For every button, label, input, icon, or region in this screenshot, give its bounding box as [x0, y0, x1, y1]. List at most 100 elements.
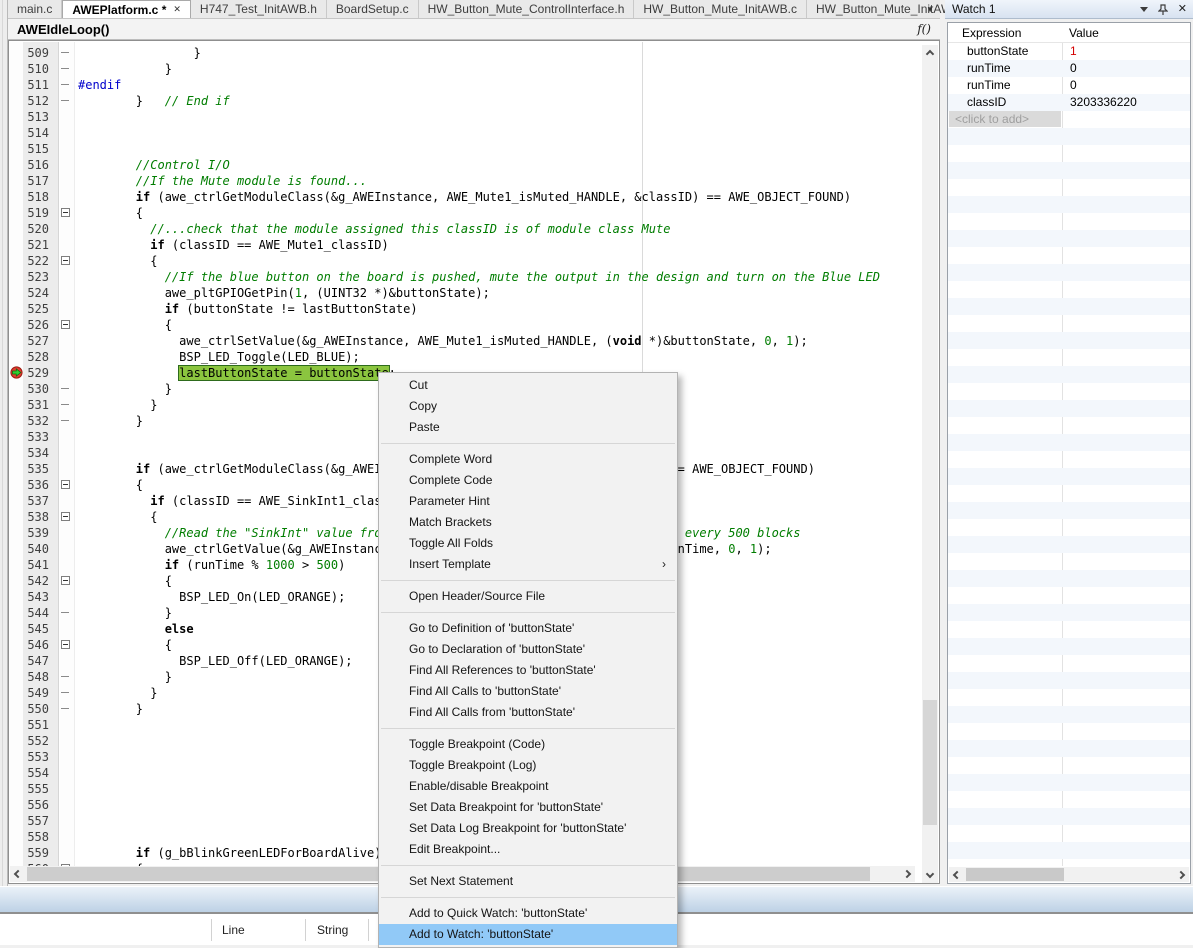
watch-empty-row[interactable] [948, 281, 1190, 298]
code-line-519[interactable]: 519 { [10, 205, 915, 221]
breakpoint-margin-cell[interactable] [10, 749, 23, 765]
code-line-511[interactable]: 511#endif [10, 77, 915, 93]
fold-collapse-icon[interactable] [61, 640, 70, 649]
breakpoint-margin-cell[interactable] [10, 109, 23, 125]
breakpoint-margin-cell[interactable] [10, 285, 23, 301]
breakpoint-margin-cell[interactable] [10, 125, 23, 141]
breakpoint-margin-cell[interactable] [10, 781, 23, 797]
code-line-524[interactable]: 524 awe_pltGPIOGetPin(1, (UINT32 *)&butt… [10, 285, 915, 301]
menu-item-find-all-calls-from-buttonstate[interactable]: Find All Calls from 'buttonState' [379, 702, 677, 723]
breakpoint-margin-cell[interactable] [10, 669, 23, 685]
breakpoint-margin-cell[interactable] [10, 173, 23, 189]
watch-row-runtime[interactable]: runTime0 [948, 77, 1190, 94]
watch-empty-row[interactable] [948, 536, 1190, 553]
watch-empty-row[interactable] [948, 502, 1190, 519]
breakpoint-margin-cell[interactable] [10, 717, 23, 733]
breakpoint-margin-cell[interactable] [10, 637, 23, 653]
code-line-525[interactable]: 525 if (buttonState != lastButtonState) [10, 301, 915, 317]
column-header-expression[interactable]: Expression [962, 26, 1021, 40]
watch-empty-row[interactable] [948, 672, 1190, 689]
code-line-521[interactable]: 521 if (classID == AWE_Mute1_classID) [10, 237, 915, 253]
menu-item-set-data-log-breakpoint-for-buttonstate[interactable]: Set Data Log Breakpoint for 'buttonState… [379, 818, 677, 839]
breakpoint-margin-cell[interactable] [10, 429, 23, 445]
menu-item-paste[interactable]: Paste [379, 417, 677, 438]
watch-value[interactable]: 3203336220 [1070, 95, 1137, 109]
watch-empty-row[interactable] [948, 145, 1190, 162]
watch-empty-row[interactable] [948, 196, 1190, 213]
watch-empty-row[interactable] [948, 825, 1190, 842]
menu-item-set-data-breakpoint-for-buttonstate[interactable]: Set Data Breakpoint for 'buttonState' [379, 797, 677, 818]
watch-empty-row[interactable] [948, 434, 1190, 451]
code-line-528[interactable]: 528 BSP_LED_Toggle(LED_BLUE); [10, 349, 915, 365]
watch-empty-row[interactable] [948, 230, 1190, 247]
watch-empty-row[interactable] [948, 451, 1190, 468]
editor-vscrollbar[interactable] [922, 45, 938, 883]
close-icon[interactable]: ✕ [173, 4, 181, 15]
watch-empty-row[interactable] [948, 791, 1190, 808]
watch-expression[interactable]: classID [967, 95, 1006, 109]
watch-empty-row[interactable] [948, 349, 1190, 366]
menu-item-enable-disable-breakpoint[interactable]: Enable/disable Breakpoint [379, 776, 677, 797]
fold-collapse-icon[interactable] [61, 480, 70, 489]
watch-empty-row[interactable] [948, 570, 1190, 587]
breakpoint-margin-cell[interactable] [10, 621, 23, 637]
menu-item-insert-template[interactable]: Insert Template› [379, 554, 677, 575]
menu-item-complete-code[interactable]: Complete Code [379, 470, 677, 491]
breakpoint-margin-cell[interactable] [10, 237, 23, 253]
tab-hw-button-mute-controlinterface-h[interactable]: HW_Button_Mute_ControlInterface.h [419, 0, 635, 18]
watch-empty-row[interactable] [948, 689, 1190, 706]
watch-empty-row[interactable] [948, 332, 1190, 349]
watch-empty-row[interactable] [948, 706, 1190, 723]
code-line-513[interactable]: 513 [10, 109, 915, 125]
menu-item-match-brackets[interactable]: Match Brackets [379, 512, 677, 533]
watch-empty-row[interactable] [948, 604, 1190, 621]
watch-empty-row[interactable] [948, 655, 1190, 672]
breakpoint-margin-cell[interactable] [10, 189, 23, 205]
scroll-right-icon[interactable] [1177, 871, 1185, 879]
watch-empty-row[interactable] [948, 298, 1190, 315]
watch-value[interactable]: 1 [1070, 44, 1077, 58]
watch-hscroll-thumb[interactable] [966, 868, 1064, 881]
menu-item-copy[interactable]: Copy [379, 396, 677, 417]
breakpoint-margin-cell[interactable] [10, 701, 23, 717]
watch-empty-row[interactable] [948, 485, 1190, 502]
breakpoint-margin-cell[interactable] [10, 733, 23, 749]
watch-empty-row[interactable] [948, 179, 1190, 196]
menu-item-edit-breakpoint[interactable]: Edit Breakpoint... [379, 839, 677, 860]
code-line-520[interactable]: 520 //...check that the module assigned … [10, 221, 915, 237]
column-header-value[interactable]: Value [1069, 26, 1099, 40]
tab-h747-test-initawb-h[interactable]: H747_Test_InitAWB.h [191, 0, 327, 18]
tab-boardsetup-c[interactable]: BoardSetup.c [327, 0, 419, 18]
code-line-517[interactable]: 517 //If the Mute module is found... [10, 173, 915, 189]
breakpoint-margin-cell[interactable] [10, 93, 23, 109]
fold-collapse-icon[interactable] [61, 256, 70, 265]
function-list-icon[interactable]: f() [917, 22, 931, 36]
breakpoint-margin-cell[interactable] [10, 653, 23, 669]
breakpoint-margin-cell[interactable] [10, 829, 23, 845]
menu-item-find-all-references-to-buttonstate[interactable]: Find All References to 'buttonState' [379, 660, 677, 681]
menu-item-open-header-source-file[interactable]: Open Header/Source File [379, 586, 677, 607]
watch-empty-row[interactable] [948, 621, 1190, 638]
fold-collapse-icon[interactable] [61, 512, 70, 521]
breakpoint-margin-cell[interactable] [10, 141, 23, 157]
breakpoint-margin-cell[interactable] [10, 61, 23, 77]
breakpoint-margin-cell[interactable] [10, 685, 23, 701]
code-line-516[interactable]: 516 //Control I/O [10, 157, 915, 173]
breakpoint-margin-cell[interactable] [10, 413, 23, 429]
watch-expression[interactable]: runTime [967, 61, 1011, 75]
scroll-left-icon[interactable] [14, 870, 22, 878]
breakpoint-margin-cell[interactable] [10, 253, 23, 269]
watch-empty-row[interactable] [948, 587, 1190, 604]
scroll-right-icon[interactable] [903, 870, 911, 878]
watch-hscrollbar[interactable] [949, 867, 1189, 882]
scroll-down-icon[interactable] [926, 870, 934, 878]
breakpoint-margin-cell[interactable] [10, 573, 23, 589]
breakpoint-margin-cell[interactable] [10, 589, 23, 605]
watch-empty-row[interactable] [948, 723, 1190, 740]
code-line-515[interactable]: 515 [10, 141, 915, 157]
menu-item-cut[interactable]: Cut [379, 375, 677, 396]
tab-aweplatform-c[interactable]: AWEPlatform.c *✕ [62, 0, 191, 18]
breakpoint-margin-cell[interactable] [10, 365, 23, 381]
menu-item-toggle-breakpoint-code[interactable]: Toggle Breakpoint (Code) [379, 734, 677, 755]
code-line-509[interactable]: 509 } [10, 45, 915, 61]
